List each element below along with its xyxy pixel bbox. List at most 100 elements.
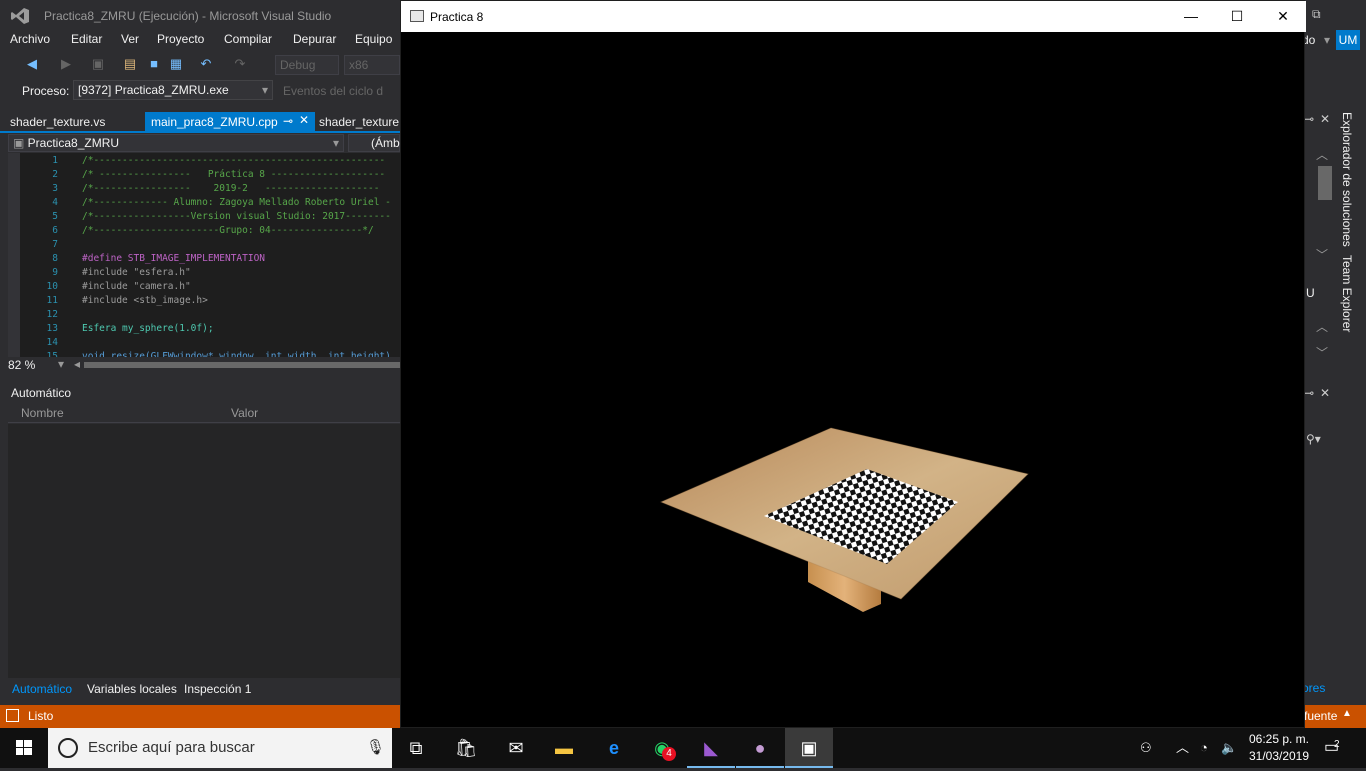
github-desktop-icon[interactable]: ● [736, 728, 784, 768]
scroll-down-icon[interactable]: ﹀ [1316, 344, 1328, 361]
game-title-bar[interactable]: Practica 8 — ☐ ✕ [401, 1, 1306, 32]
team-explorer-side-tab[interactable]: Team Explorer [1340, 255, 1354, 332]
navigation-bar: ▣ Practica8_ZMRU ▾ (Ámbi [8, 134, 402, 152]
tab-shader-texture-vs[interactable]: shader_texture.vs [4, 112, 144, 131]
tab-variables-locales[interactable]: Variables locales [83, 680, 181, 698]
menu-compilar[interactable]: Compilar [224, 32, 272, 46]
visual-studio-taskbar-icon[interactable]: ◣ [687, 728, 735, 768]
code-line: Esfera my_sphere(1.0f); [82, 323, 214, 334]
menu-editar[interactable]: Editar [71, 32, 102, 46]
lifecycle-events-label[interactable]: Eventos del ciclo d [283, 84, 383, 98]
autos-panel-body [8, 424, 400, 678]
solution-config-dropdown[interactable]: Debug [275, 55, 339, 75]
code-editor[interactable]: 1 /*-------------------------------------… [8, 153, 400, 357]
opengl-game-window[interactable]: Practica 8 — ☐ ✕ [400, 0, 1306, 729]
wifi-icon[interactable]: ◔ [1200, 728, 1208, 768]
new-project-icon[interactable]: ▣ [90, 56, 106, 72]
code-line: /* ---------------- Práctica 8 ---------… [82, 169, 386, 180]
chevron-up-icon[interactable]: ▲ [1342, 708, 1352, 719]
chevron-down-icon: ▾ [1324, 33, 1331, 47]
whatsapp-badge: 4 [662, 747, 676, 761]
tab-automatico[interactable]: Automático [8, 680, 76, 698]
status-right-text[interactable]: fuente [1304, 709, 1337, 723]
close-icon[interactable]: ✕ [299, 113, 309, 127]
status-text: Listo [28, 709, 54, 723]
chevron-down-icon: ▾ [332, 136, 339, 150]
edge-icon[interactable]: e [590, 728, 638, 768]
notifications-count: 2 [1334, 739, 1340, 750]
pin-icon[interactable]: ⊸ [283, 114, 293, 128]
line-number: 13 [46, 323, 58, 334]
standard-toolbar: ◀ ▶ ▣ ▤ ■ ▦ ↶ ↷ Debug x86 [0, 52, 400, 78]
scope-dropdown[interactable]: (Ámbi [348, 134, 402, 152]
autos-column-header-row [8, 403, 400, 423]
project-dropdown[interactable]: ▣ Practica8_ZMRU ▾ [8, 134, 344, 152]
horizontal-scrollbar[interactable] [84, 362, 400, 368]
zoom-level[interactable]: 82 % [8, 358, 35, 372]
windows-logo-icon [16, 740, 32, 755]
process-label: Proceso: [22, 84, 70, 98]
user-avatar[interactable]: UM [1336, 30, 1360, 50]
menu-depurar[interactable]: Depurar [293, 32, 336, 46]
store-icon[interactable]: 🛍 [442, 728, 490, 768]
forward-icon[interactable]: ▶ [58, 56, 74, 72]
close-icon[interactable]: ✕ [1320, 386, 1330, 400]
menu-equipo[interactable]: Equipo [355, 32, 392, 46]
microphone-icon[interactable]: 🎙 [366, 738, 385, 756]
tab-shader-texture-fs[interactable]: shader_texture. [313, 112, 400, 131]
save-all-icon[interactable]: ▦ [168, 56, 184, 72]
save-icon[interactable]: ■ [146, 56, 162, 72]
solution-explorer-side-tab[interactable]: Explorador de soluciones [1340, 112, 1354, 247]
close-icon[interactable]: ✕ [1320, 112, 1330, 126]
minimize-button[interactable]: — [1168, 1, 1214, 32]
file-explorer-icon[interactable]: ▬ [540, 728, 588, 768]
tab-main-prac8[interactable]: main_prac8_ZMRU.cpp ⊸ ✕ [145, 112, 315, 131]
undo-icon[interactable]: ↶ [198, 56, 214, 72]
close-button[interactable]: ✕ [1260, 1, 1306, 32]
code-line: /*----------------------Grupo: 04-------… [82, 225, 374, 236]
back-icon[interactable]: ◀ [24, 56, 40, 72]
menu-proyecto[interactable]: Proyecto [157, 32, 204, 46]
solution-platform-dropdown[interactable]: x86 [344, 55, 400, 75]
maximize-button[interactable]: ☐ [1214, 1, 1260, 32]
system-clock[interactable]: 06:25 p. m. 31/03/2019 [1243, 731, 1315, 765]
people-icon[interactable]: ⚇ [1140, 728, 1152, 768]
code-line: /*------------- Alumno: Zagoya Mellado R… [82, 197, 391, 208]
line-number: 7 [52, 239, 58, 250]
visual-studio-logo-icon [10, 7, 32, 25]
line-number: 14 [46, 337, 58, 348]
scroll-down-icon[interactable]: ﹀ [1316, 246, 1328, 263]
project-name: Practica8_ZMRU [27, 136, 120, 150]
volume-icon[interactable]: 🔈 [1221, 728, 1237, 768]
scroll-up-icon[interactable]: ︿ [1316, 318, 1328, 335]
rendered-scene[interactable] [401, 32, 1306, 729]
open-file-icon[interactable]: ▤ [122, 56, 138, 72]
search-icon[interactable]: ⚲▾ [1306, 432, 1321, 446]
code-line: #include "camera.h" [82, 281, 191, 292]
right-docked-panels: do ▾ UM ⧉ ⊸ ✕ ︿ ﹀ U ︿ ﹀ ⊸ ✕ ⚲▾ ores [1302, 0, 1366, 705]
tab-inspeccion-1[interactable]: Inspección 1 [180, 680, 255, 698]
scroll-left-icon[interactable]: ◂ [74, 357, 80, 371]
taskbar-search-box[interactable]: Escribe aquí para buscar 🎙 [48, 728, 392, 768]
code-line: #include "esfera.h" [82, 267, 191, 278]
line-number: 3 [52, 183, 58, 194]
start-button[interactable] [0, 728, 48, 768]
menu-ver[interactable]: Ver [121, 32, 139, 46]
notifications-icon[interactable]: ▭ 2 [1324, 728, 1340, 768]
line-number: 11 [46, 295, 58, 306]
task-view-icon[interactable]: ⧉ [392, 728, 440, 768]
redo-icon[interactable]: ↷ [232, 56, 248, 72]
right-panel-label-u: U [1306, 286, 1315, 300]
menu-archivo[interactable]: Archivo [10, 32, 50, 46]
whatsapp-icon[interactable]: ◉ 4 [638, 728, 686, 768]
debug-bottom-tabs: Automático Variables locales Inspección … [8, 680, 400, 698]
line-number: 2 [52, 169, 58, 180]
process-dropdown[interactable]: [9372] Practica8_ZMRU.exe ▾ [73, 80, 273, 100]
opengl-window-taskbar-icon[interactable]: ▣ [785, 728, 833, 768]
vertical-scrollbar[interactable] [1318, 166, 1332, 200]
editor-margin [8, 153, 20, 357]
mail-icon[interactable]: ✉ [492, 728, 540, 768]
scroll-up-icon[interactable]: ︿ [1316, 146, 1328, 163]
restore-icon[interactable]: ⧉ [1312, 7, 1321, 22]
chevron-up-icon[interactable]: ︿ [1176, 728, 1189, 768]
